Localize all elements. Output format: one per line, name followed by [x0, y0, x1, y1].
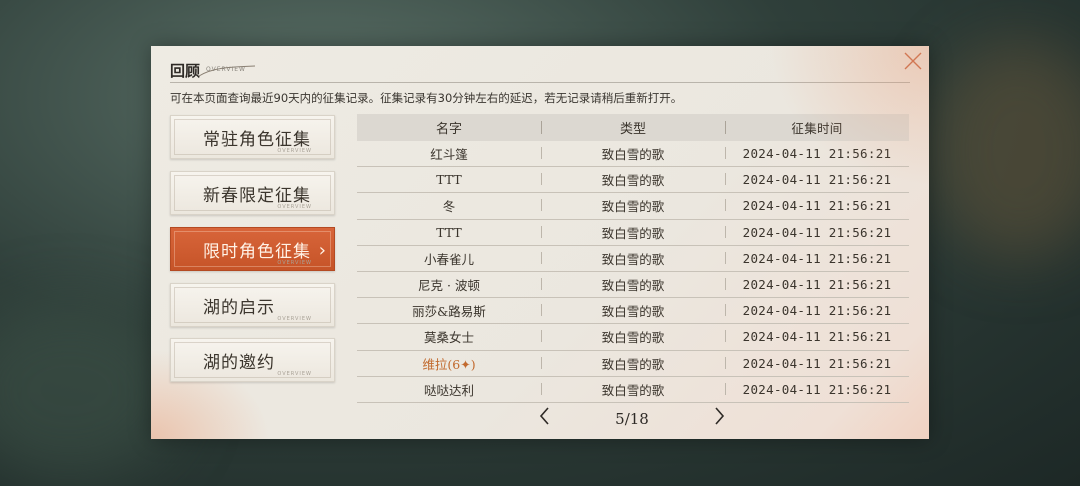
cell-type: 致白雪的歌 — [601, 382, 665, 398]
category-tag: OVERVIEW — [277, 371, 312, 377]
chevron-left-icon — [539, 407, 549, 425]
column-divider — [725, 225, 726, 238]
column-divider — [541, 173, 542, 186]
table-row: 丽莎&路易斯 致白雪的歌 2024-04-11 21:56:21 — [357, 298, 909, 325]
next-page-button[interactable] — [713, 405, 727, 433]
close-button[interactable] — [903, 51, 923, 71]
prev-page-button[interactable] — [537, 405, 551, 433]
table-row: 冬 致白雪的歌 2024-04-11 21:56:21 — [357, 193, 909, 220]
category-label: 湖的邀约 — [203, 353, 275, 373]
cell-name: TTT — [436, 172, 462, 188]
category-tag: OVERVIEW — [277, 316, 312, 322]
category-label: 新春限定征集 — [203, 186, 311, 206]
cell-time: 2024-04-11 21:56:21 — [742, 146, 892, 162]
cell-name: 冬 — [442, 199, 456, 215]
table-row: 哒哒达利 致白雪的歌 2024-04-11 21:56:21 — [357, 377, 909, 403]
column-divider — [725, 356, 726, 369]
records-table: 名字 类型 征集时间 红斗篷 致白雪的歌 2024-04-11 21:56:21 TT… — [357, 114, 909, 403]
cell-name: 哒哒达利 — [423, 382, 474, 398]
category-tag: OVERVIEW — [277, 148, 312, 154]
cell-name: 丽莎&路易斯 — [412, 304, 486, 320]
cell-time: 2024-04-11 21:56:21 — [742, 277, 892, 293]
cell-type: 致白雪的歌 — [601, 225, 665, 241]
history-panel: 回顾 OVERVIEW 可在本页面查询最近90天内的征集记录。征集记录有30分钟… — [151, 46, 929, 439]
category-button-5[interactable]: 湖的邀约 OVERVIEW — [170, 338, 335, 382]
cell-name: 莫桑女士 — [423, 330, 474, 346]
column-divider — [725, 304, 726, 317]
panel-subtitle: OVERVIEW — [206, 66, 246, 73]
cell-time: 2024-04-11 21:56:21 — [742, 355, 892, 371]
cell-time: 2024-04-11 21:56:21 — [742, 303, 892, 319]
table-row: TTT 致白雪的歌 2024-04-11 21:56:21 — [357, 167, 909, 194]
column-header-type: 类型 — [619, 122, 646, 137]
category-button-2[interactable]: 新春限定征集 OVERVIEW — [170, 171, 335, 215]
column-divider — [541, 277, 542, 290]
cell-type: 致白雪的歌 — [601, 251, 665, 267]
column-header-time: 征集时间 — [791, 121, 843, 136]
category-label: 常驻角色征集 — [203, 130, 311, 150]
panel-title: 回顾 — [170, 62, 201, 80]
table-row: 莫桑女士 致白雪的歌 2024-04-11 21:56:21 — [357, 324, 909, 351]
table-row: TTT 致白雪的歌 2024-04-11 21:56:21 — [357, 220, 909, 246]
cell-name: 小春雀儿 — [423, 251, 474, 267]
column-divider — [725, 199, 726, 212]
cell-time: 2024-04-11 21:56:21 — [742, 224, 892, 240]
table-row: 维拉(6✦) 致白雪的歌 2024-04-11 21:56:21 — [357, 351, 909, 377]
cell-time: 2024-04-11 21:56:21 — [742, 250, 892, 266]
category-label: 湖的启示 — [203, 298, 275, 318]
column-divider — [725, 173, 726, 186]
category-button-3[interactable]: 限时角色征集 OVERVIEW › — [170, 227, 335, 271]
column-divider — [725, 147, 726, 159]
title-divider — [170, 82, 910, 83]
table-header: 名字 类型 征集时间 — [357, 114, 909, 141]
pagination: 5/18 — [531, 405, 751, 435]
column-divider — [541, 304, 542, 317]
table-row: 红斗篷 致白雪的歌 2024-04-11 21:56:21 — [357, 141, 909, 168]
table-row: 小春雀儿 致白雪的歌 2024-04-11 21:56:21 — [357, 246, 909, 272]
column-divider — [725, 251, 726, 264]
cell-time: 2024-04-11 21:56:21 — [742, 198, 892, 214]
column-header-name: 名字 — [435, 122, 462, 137]
category-tag: OVERVIEW — [277, 260, 312, 266]
column-divider — [541, 330, 542, 343]
cell-type: 致白雪的歌 — [601, 304, 665, 320]
cell-time: 2024-04-11 21:56:21 — [742, 381, 892, 397]
close-icon — [904, 52, 922, 70]
column-divider — [541, 121, 542, 134]
cell-type: 致白雪的歌 — [601, 147, 665, 163]
cell-time: 2024-04-11 21:56:21 — [742, 172, 892, 188]
cell-name: TTT — [436, 224, 462, 240]
cell-name: 尼克 · 波顿 — [418, 278, 480, 294]
column-divider — [725, 382, 726, 395]
column-divider — [725, 277, 726, 290]
cell-type: 致白雪的歌 — [601, 278, 665, 294]
column-divider — [541, 199, 542, 212]
cell-type: 致白雪的歌 — [601, 199, 665, 215]
chevron-right-icon: › — [318, 240, 326, 261]
cell-type: 致白雪的歌 — [601, 173, 665, 189]
column-divider — [541, 147, 542, 159]
cell-type: 致白雪的歌 — [601, 356, 665, 372]
page-indicator: 5/18 — [615, 410, 649, 428]
description-text: 可在本页面查询最近90天内的征集记录。征集记录有30分钟左右的延迟，若无记录请稍… — [170, 91, 683, 105]
cell-name: 维拉(6✦) — [422, 356, 476, 372]
column-divider — [541, 225, 542, 238]
column-divider — [725, 121, 726, 134]
cell-name: 红斗篷 — [430, 147, 468, 163]
chevron-right-icon — [715, 407, 725, 425]
column-divider — [725, 330, 726, 343]
category-button-4[interactable]: 湖的启示 OVERVIEW — [170, 283, 335, 327]
category-button-1[interactable]: 常驻角色征集 OVERVIEW — [170, 115, 335, 159]
category-tag: OVERVIEW — [277, 204, 312, 210]
column-divider — [541, 382, 542, 395]
cell-type: 致白雪的歌 — [601, 330, 665, 346]
table-row: 尼克 · 波顿 致白雪的歌 2024-04-11 21:56:21 — [357, 272, 909, 299]
column-divider — [541, 356, 542, 369]
background-glow — [930, 40, 1080, 260]
column-divider — [541, 251, 542, 264]
category-label: 限时角色征集 — [203, 242, 311, 262]
cell-time: 2024-04-11 21:56:21 — [742, 329, 892, 345]
